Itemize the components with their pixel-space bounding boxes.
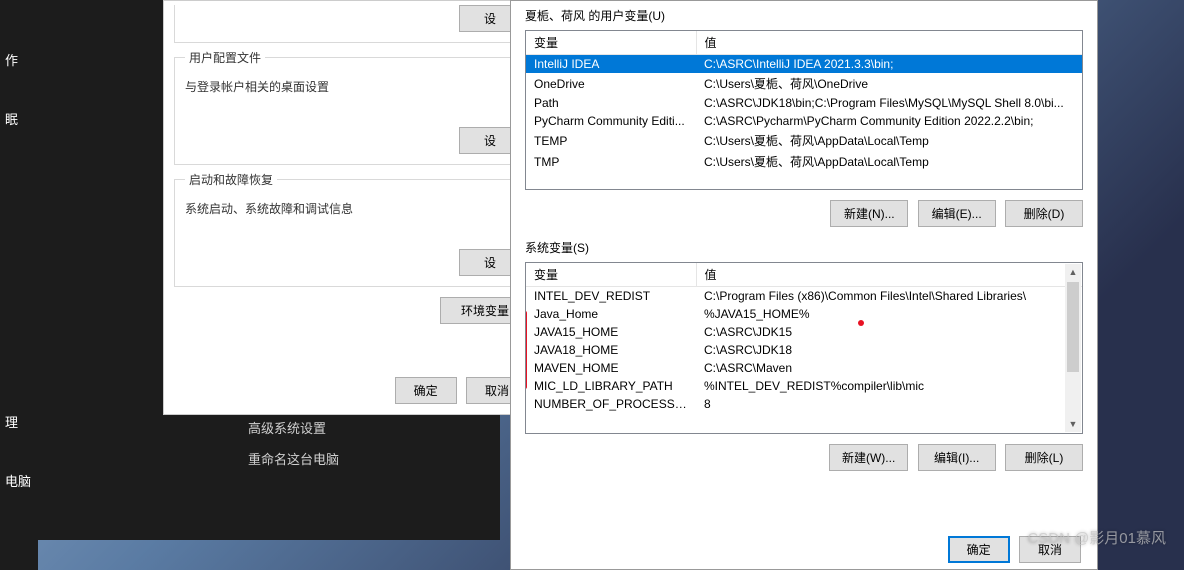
edit-button[interactable]: 编辑(E)...: [918, 200, 996, 227]
table-row[interactable]: NUMBER_OF_PROCESSORS8: [526, 395, 1082, 413]
new-button[interactable]: 新建(W)...: [829, 444, 908, 471]
new-button[interactable]: 新建(N)...: [830, 200, 908, 227]
system-vars-label: 系统变量(S): [525, 239, 1083, 256]
user-vars-label: 夏栀、荷风 的用户变量(U): [525, 7, 1083, 24]
settings-sidebar: 作 眠 理 电脑: [0, 0, 38, 570]
table-row[interactable]: TEMPC:\Users\夏栀、荷风\AppData\Local\Temp: [526, 130, 1082, 151]
user-vars-table[interactable]: 变量 值 IntelliJ IDEAC:\ASRC\IntelliJ IDEA …: [525, 30, 1083, 190]
fieldset-desc: 系统启动、系统故障和调试信息: [185, 200, 521, 217]
watermark: CSDN @影月01慕风: [1027, 527, 1166, 548]
table-row[interactable]: PathC:\ASRC\JDK18\bin;C:\Program Files\M…: [526, 94, 1082, 112]
table-row[interactable]: PyCharm Community Editi...C:\ASRC\Pychar…: [526, 112, 1082, 130]
ok-button[interactable]: 确定: [395, 377, 457, 404]
sidebar-item[interactable]: 理: [0, 392, 38, 451]
delete-button[interactable]: 删除(L): [1005, 444, 1083, 471]
fieldset-desc: 与登录帐户相关的桌面设置: [185, 78, 521, 95]
settings-panel: 设 用户配置文件 与登录帐户相关的桌面设置 设 启动和故障恢复 系统启动、系统故…: [38, 0, 500, 540]
annotation-red-bar: [525, 311, 527, 389]
col-value[interactable]: 值: [696, 31, 1082, 55]
system-properties-dialog: 设 用户配置文件 与登录帐户相关的桌面设置 设 启动和故障恢复 系统启动、系统故…: [163, 0, 543, 415]
table-row[interactable]: IntelliJ IDEAC:\ASRC\IntelliJ IDEA 2021.…: [526, 55, 1082, 74]
fieldset-title: 启动和故障恢复: [185, 171, 277, 188]
scrollbar[interactable]: ▲ ▼: [1065, 264, 1081, 432]
table-row[interactable]: TMPC:\Users\夏栀、荷风\AppData\Local\Temp: [526, 151, 1082, 172]
sidebar-item[interactable]: 眠: [0, 89, 38, 148]
scroll-up-icon[interactable]: ▲: [1065, 264, 1081, 280]
table-row[interactable]: MIC_LD_LIBRARY_PATH%INTEL_DEV_REDIST%com…: [526, 377, 1082, 395]
table-row[interactable]: JAVA15_HOMEC:\ASRC\JDK15: [526, 323, 1082, 341]
delete-button[interactable]: 删除(D): [1005, 200, 1083, 227]
table-row[interactable]: INTEL_DEV_REDISTC:\Program Files (x86)\C…: [526, 287, 1082, 306]
link-rename-pc[interactable]: 重命名这台电脑: [248, 449, 339, 468]
col-variable[interactable]: 变量: [526, 263, 696, 287]
settings-links: 高级系统设置 重命名这台电脑: [248, 406, 339, 480]
link-advanced-system[interactable]: 高级系统设置: [248, 418, 339, 437]
table-row[interactable]: OneDriveC:\Users\夏栀、荷风\OneDrive: [526, 73, 1082, 94]
fieldset-title: 用户配置文件: [185, 49, 265, 66]
scroll-down-icon[interactable]: ▼: [1065, 416, 1081, 432]
sidebar-item[interactable]: 作: [0, 30, 38, 89]
annotation-red-dot: [858, 320, 864, 326]
environment-variables-dialog: 夏栀、荷风 的用户变量(U) 变量 值 IntelliJ IDEAC:\ASRC…: [510, 0, 1098, 570]
col-value[interactable]: 值: [696, 263, 1082, 287]
table-row[interactable]: JAVA18_HOMEC:\ASRC\JDK18: [526, 341, 1082, 359]
sidebar-item[interactable]: 电脑: [0, 451, 38, 510]
col-variable[interactable]: 变量: [526, 31, 696, 55]
system-vars-table[interactable]: 变量 值 INTEL_DEV_REDISTC:\Program Files (x…: [525, 262, 1083, 434]
scroll-thumb[interactable]: [1067, 282, 1079, 372]
ok-button[interactable]: 确定: [948, 536, 1010, 563]
edit-button[interactable]: 编辑(I)...: [918, 444, 996, 471]
table-row[interactable]: MAVEN_HOMEC:\ASRC\Maven: [526, 359, 1082, 377]
table-row[interactable]: Java_Home%JAVA15_HOME%: [526, 305, 1082, 323]
